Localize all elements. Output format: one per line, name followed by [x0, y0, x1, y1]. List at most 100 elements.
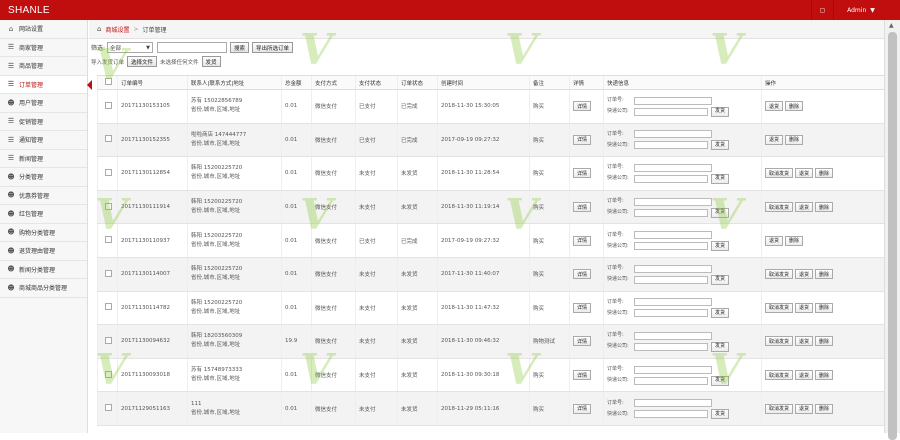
user-menu[interactable]: Admin ▼ — [833, 0, 888, 20]
tracking-input[interactable] — [634, 399, 712, 408]
sidebar-item[interactable]: ☻ 优惠券管理 — [0, 187, 87, 205]
row-action-button[interactable]: 删除 — [815, 336, 834, 347]
courier-input[interactable] — [634, 410, 708, 419]
sidebar-item[interactable]: ☻ 新闻分类管理 — [0, 261, 87, 279]
row-action-button[interactable]: 删除 — [815, 302, 834, 313]
scroll-up-icon[interactable]: ▲ — [889, 22, 894, 29]
status-select[interactable]: 全部 ▼ — [107, 42, 154, 53]
courier-input[interactable] — [634, 342, 708, 351]
sidebar-item[interactable]: ☻ 用户管理 — [0, 94, 87, 113]
sidebar-item[interactable]: ☰ 促销管理 — [0, 113, 87, 131]
sidebar-item[interactable]: ☰ 订单管理 — [0, 75, 92, 94]
ship-button[interactable]: 发货 — [711, 409, 730, 420]
sidebar-item[interactable]: ☻ 分类管理 — [0, 168, 87, 187]
row-checkbox[interactable] — [105, 168, 112, 176]
detail-button[interactable]: 详情 — [573, 202, 592, 213]
choose-file-button[interactable]: 选择文件 — [127, 56, 158, 67]
row-action-button[interactable]: 删除 — [815, 269, 834, 280]
sidebar-item[interactable]: ☻ 退货理由管理 — [0, 242, 87, 261]
row-action-button[interactable]: 取消发货 — [765, 336, 794, 347]
monitor-button[interactable]: ▢ — [811, 0, 833, 20]
courier-input[interactable] — [634, 242, 708, 251]
row-action-button[interactable]: 退货 — [795, 302, 814, 313]
courier-input[interactable] — [634, 275, 708, 284]
sidebar-item[interactable]: ☻ 购物分类管理 — [0, 224, 87, 242]
detail-button[interactable]: 详情 — [573, 134, 592, 145]
courier-input[interactable] — [634, 174, 708, 183]
ship-button[interactable]: 发货 — [711, 241, 730, 252]
row-action-button[interactable]: 退货 — [795, 269, 814, 280]
row-action-button[interactable]: 退货 — [795, 168, 814, 179]
row-checkbox[interactable] — [105, 370, 112, 378]
tracking-input[interactable] — [634, 331, 712, 340]
search-input[interactable] — [157, 42, 228, 53]
row-checkbox[interactable] — [105, 269, 112, 277]
row-action-button[interactable]: 退货 — [765, 134, 784, 145]
row-action-button[interactable]: 删除 — [785, 134, 804, 145]
courier-input[interactable] — [634, 208, 708, 217]
row-action-button[interactable]: 退货 — [795, 202, 814, 213]
row-action-button[interactable]: 退货 — [795, 403, 814, 414]
row-checkbox[interactable] — [105, 135, 112, 143]
sidebar-item[interactable]: ☻ 商城商品分类管理 — [0, 279, 87, 298]
row-action-button[interactable]: 删除 — [785, 101, 804, 112]
scrollbar[interactable]: ▲ — [884, 20, 900, 440]
detail-button[interactable]: 详情 — [573, 168, 592, 179]
row-action-button[interactable]: 取消发货 — [765, 370, 794, 381]
sidebar-item[interactable]: ☰ 通知管理 — [0, 131, 87, 150]
ship-button[interactable]: 发货 — [711, 274, 730, 285]
ship-button[interactable]: 发货 — [711, 140, 730, 151]
courier-input[interactable] — [634, 107, 708, 116]
detail-button[interactable]: 详情 — [573, 302, 592, 313]
detail-button[interactable]: 详情 — [573, 370, 592, 381]
row-checkbox[interactable] — [105, 202, 112, 210]
detail-button[interactable]: 详情 — [573, 101, 592, 112]
row-action-button[interactable]: 删除 — [815, 168, 834, 179]
courier-input[interactable] — [634, 309, 708, 318]
tracking-input[interactable] — [634, 197, 712, 206]
ship-button[interactable]: 发货 — [711, 308, 730, 319]
tracking-input[interactable] — [634, 163, 712, 172]
scrollbar-thumb[interactable] — [888, 32, 897, 440]
select-all-checkbox[interactable] — [105, 78, 112, 85]
tracking-input[interactable] — [634, 231, 712, 240]
courier-input[interactable] — [634, 141, 708, 150]
detail-button[interactable]: 详情 — [573, 235, 592, 246]
tracking-input[interactable] — [634, 264, 712, 273]
breadcrumb-parent[interactable]: 商城设置 — [105, 25, 129, 34]
row-action-button[interactable]: 取消发货 — [765, 202, 794, 213]
ship-button[interactable]: 发货 — [711, 106, 730, 117]
row-action-button[interactable]: 删除 — [815, 370, 834, 381]
sidebar-item[interactable]: ☰ 商家管理 — [0, 39, 87, 57]
row-action-button[interactable]: 取消发货 — [765, 403, 794, 414]
ship-button[interactable]: 发货 — [711, 207, 730, 218]
tracking-input[interactable] — [634, 298, 712, 307]
row-action-button[interactable]: 删除 — [815, 403, 834, 414]
detail-button[interactable]: 详情 — [573, 403, 592, 414]
upload-button[interactable]: 发货 — [201, 56, 221, 67]
ship-button[interactable]: 发货 — [711, 173, 730, 184]
row-checkbox[interactable] — [105, 336, 112, 344]
row-action-button[interactable]: 取消发货 — [765, 302, 794, 313]
sidebar-item[interactable]: ☰ 商品管理 — [0, 57, 87, 76]
sidebar-item[interactable]: ☰ 新闻管理 — [0, 150, 87, 168]
row-action-button[interactable]: 取消发货 — [765, 168, 794, 179]
courier-input[interactable] — [634, 376, 708, 385]
search-button[interactable]: 搜索 — [230, 42, 250, 53]
tracking-input[interactable] — [634, 130, 712, 139]
row-action-button[interactable]: 退货 — [795, 370, 814, 381]
detail-button[interactable]: 详情 — [573, 336, 592, 347]
ship-button[interactable]: 发货 — [711, 341, 730, 352]
row-action-button[interactable]: 删除 — [785, 235, 804, 246]
tracking-input[interactable] — [634, 365, 712, 374]
row-action-button[interactable]: 退货 — [765, 101, 784, 112]
sidebar-item[interactable]: ⌂ 网站设置 — [0, 20, 87, 39]
row-action-button[interactable]: 删除 — [815, 202, 834, 213]
row-action-button[interactable]: 取消发货 — [765, 269, 794, 280]
row-action-button[interactable]: 退货 — [795, 336, 814, 347]
row-checkbox[interactable] — [105, 101, 112, 109]
tracking-input[interactable] — [634, 96, 712, 105]
ship-button[interactable]: 发货 — [711, 375, 730, 386]
sidebar-item[interactable]: ☻ 红包管理 — [0, 205, 87, 224]
row-checkbox[interactable] — [105, 303, 112, 311]
